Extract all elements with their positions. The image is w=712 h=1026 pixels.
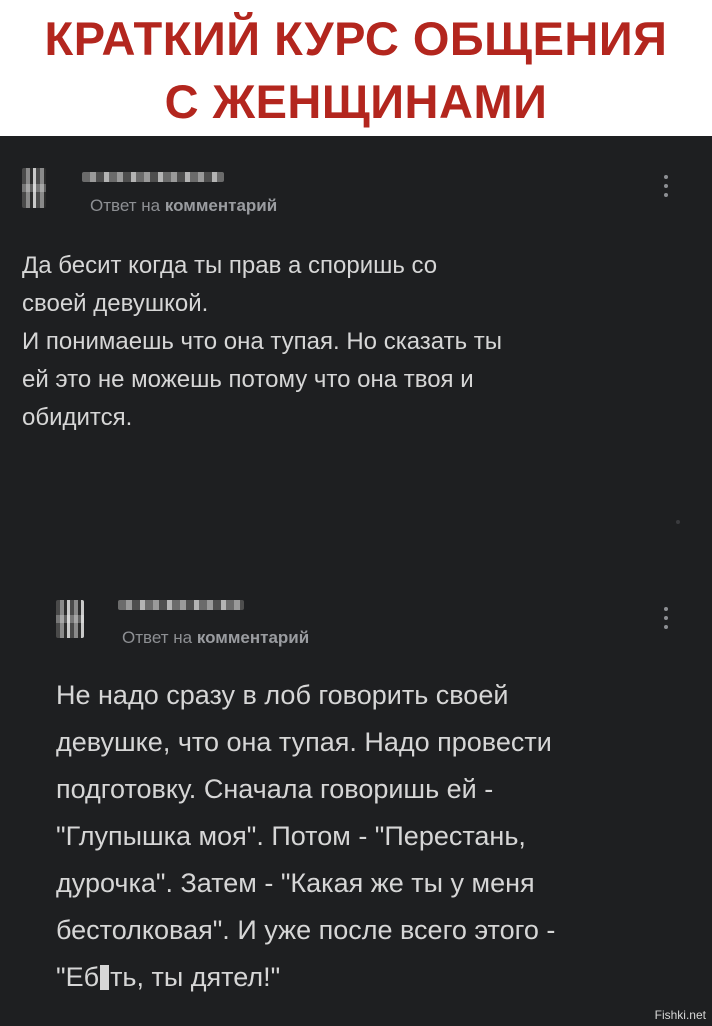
censor-bar <box>100 965 110 990</box>
reply-target-link[interactable]: комментарий <box>197 628 309 647</box>
reply-prefix: Ответ на <box>90 196 165 215</box>
watermark: Fishki.net <box>654 1008 706 1022</box>
reply-target-link[interactable]: комментарий <box>165 196 277 215</box>
more-options-icon[interactable] <box>663 175 669 201</box>
avatar[interactable] <box>56 600 84 638</box>
comment-text-censored-start: "Еб <box>56 962 100 992</box>
comment-text: Да бесит когда ты прав а споришь со свое… <box>22 252 503 431</box>
header-title-line-2: С ЖЕНЩИНАМИ <box>164 75 548 128</box>
reply-to-label: Ответ на комментарий <box>90 196 277 216</box>
reply-prefix: Ответ на <box>122 628 197 647</box>
comment-text-censored-end: ть, ты дятел!" <box>110 962 281 992</box>
comment-text-main: Не надо сразу в лоб говорить своей девуш… <box>56 680 556 945</box>
comment-text: Не надо сразу в лоб говорить своей девуш… <box>56 672 696 1001</box>
more-options-icon[interactable] <box>663 607 669 633</box>
header-title-line-1: КРАТКИЙ КУРС ОБЩЕНИЯ <box>44 12 668 65</box>
username-redacted[interactable] <box>82 172 224 182</box>
username-redacted[interactable] <box>118 600 244 610</box>
avatar[interactable] <box>22 168 46 208</box>
separator-dot <box>676 520 680 524</box>
reply-to-label: Ответ на комментарий <box>122 628 309 648</box>
meme-header: КРАТКИЙ КУРС ОБЩЕНИЯ С ЖЕНЩИНАМИ <box>0 0 712 136</box>
